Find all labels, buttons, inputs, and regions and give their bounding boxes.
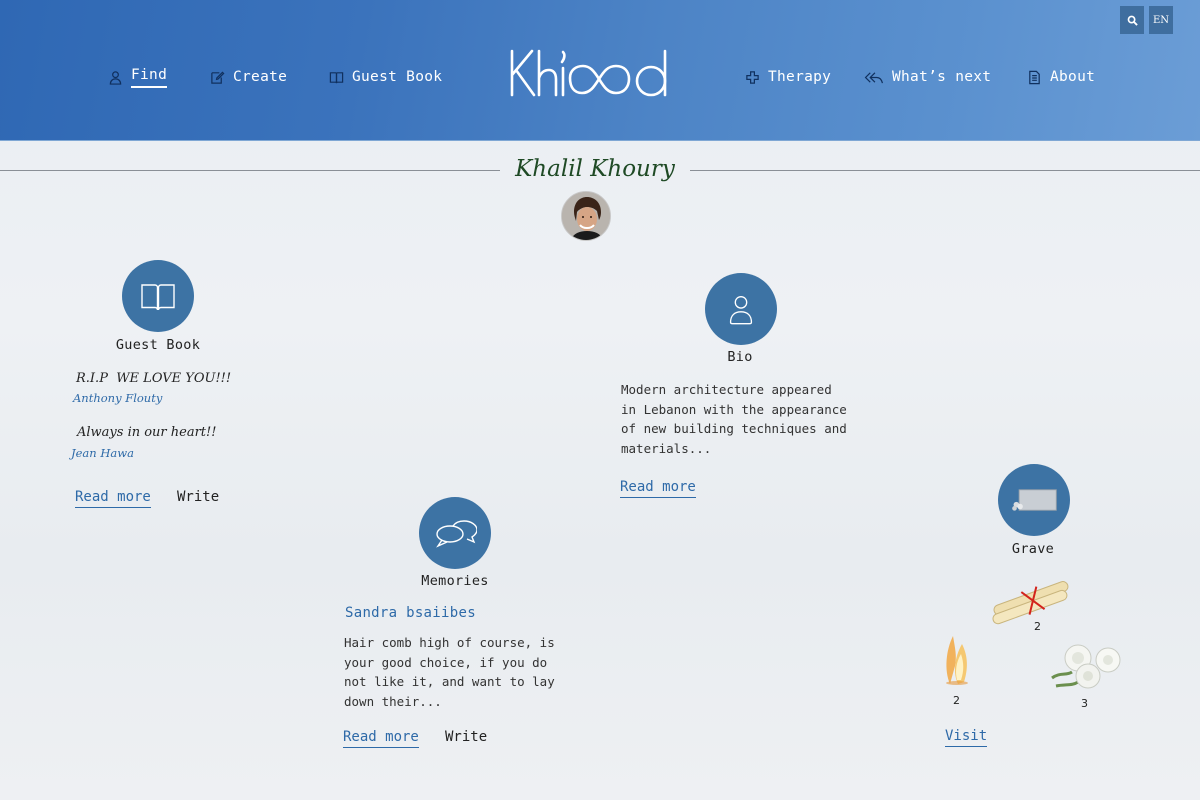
memories-line: not like it, and want to lay [344, 674, 555, 690]
nav-about[interactable]: About [1027, 64, 1095, 90]
book-icon [329, 71, 344, 83]
bio-circle[interactable] [705, 273, 777, 345]
memories-text: Hair comb high of course, is your good c… [344, 633, 594, 712]
cross-icon [746, 70, 759, 84]
memories-line: down their... [344, 694, 442, 710]
site-header: Find Create Guest Book Therapy What’s ne… [0, 0, 1200, 141]
document-icon [1029, 70, 1040, 84]
search-icon [1127, 15, 1138, 26]
memories-write-link[interactable]: Write [445, 729, 487, 745]
avatar-portrait [562, 192, 610, 240]
nav-about-label: About [1050, 69, 1096, 85]
memories-title: Memories [421, 573, 489, 589]
avatar[interactable] [561, 191, 611, 241]
person-name: Khalil Khoury [515, 156, 675, 182]
memories-line: your good choice, if you do [344, 654, 548, 670]
title-divider-left [0, 170, 500, 171]
nav-guest-book[interactable]: Guest Book [329, 64, 442, 90]
nav-create-label: Create [233, 69, 288, 85]
guestbook-circle[interactable] [122, 260, 194, 332]
nav-whats-next-label: What’s next [892, 69, 992, 85]
language-button[interactable]: EN [1149, 6, 1173, 34]
person-icon [729, 295, 753, 325]
grave-circle[interactable] [998, 464, 1070, 536]
language-label: EN [1152, 14, 1170, 26]
nav-create[interactable]: Create [210, 64, 287, 90]
bio-line: materials... [621, 441, 712, 457]
nav-whats-next[interactable]: What’s next [864, 64, 991, 90]
khlood-logo[interactable] [508, 48, 678, 100]
guestbook-author-1: Anthony Flouty [73, 391, 163, 405]
bio-line: in Lebanon with the appearance [621, 401, 847, 417]
nav-guest-book-label: Guest Book [352, 69, 443, 85]
flowers-gift-count: 3 [1081, 697, 1088, 710]
guestbook-message-1: R.I.P WE LOVE YOU!!! [76, 371, 232, 386]
guestbook-read-more-link[interactable]: Read more [75, 489, 151, 508]
guestbook-title: Guest Book [115, 337, 201, 353]
scroll-gift-icon[interactable] [985, 575, 1080, 627]
grave-visit-link[interactable]: Visit [945, 728, 988, 747]
bio-read-more-link[interactable]: Read more [620, 479, 696, 498]
logo-graphic [510, 49, 667, 97]
edit-icon [211, 70, 225, 84]
memories-line: Hair comb high of course, is [344, 635, 555, 650]
user-icon [109, 70, 122, 85]
candle-gift-count: 2 [953, 694, 960, 707]
memories-circle[interactable] [419, 497, 491, 569]
reply-all-icon [864, 71, 884, 83]
chat-bubbles-icon [436, 520, 477, 548]
memories-read-more-link[interactable]: Read more [343, 729, 419, 748]
grave-title: Grave [1011, 541, 1055, 557]
bio-title: Bio [727, 349, 753, 365]
candle-gift-icon[interactable] [940, 620, 976, 686]
memories-author[interactable]: Sandra bsaiibes [345, 605, 476, 621]
gravestone-icon [1012, 489, 1057, 511]
bio-line: Modern architecture appeared [621, 382, 832, 397]
nav-therapy[interactable]: Therapy [745, 64, 831, 90]
nav-find[interactable]: Find [108, 64, 168, 90]
nav-find-label: Find [131, 67, 168, 88]
nav-therapy-label: Therapy [768, 69, 832, 85]
bio-line: of new building techniques and [621, 421, 847, 437]
bio-text: Modern architecture appeared in Lebanon … [621, 380, 881, 459]
guestbook-message-2: Always in our heart!! [77, 425, 217, 440]
flowers-gift-icon[interactable] [1048, 638, 1126, 694]
guestbook-author-2: Jean Hawa [71, 446, 134, 460]
search-button[interactable] [1120, 6, 1144, 34]
book-icon [141, 284, 175, 311]
scroll-gift-count: 2 [1034, 620, 1041, 633]
title-divider-right [690, 170, 1200, 171]
guestbook-write-link[interactable]: Write [177, 489, 219, 505]
